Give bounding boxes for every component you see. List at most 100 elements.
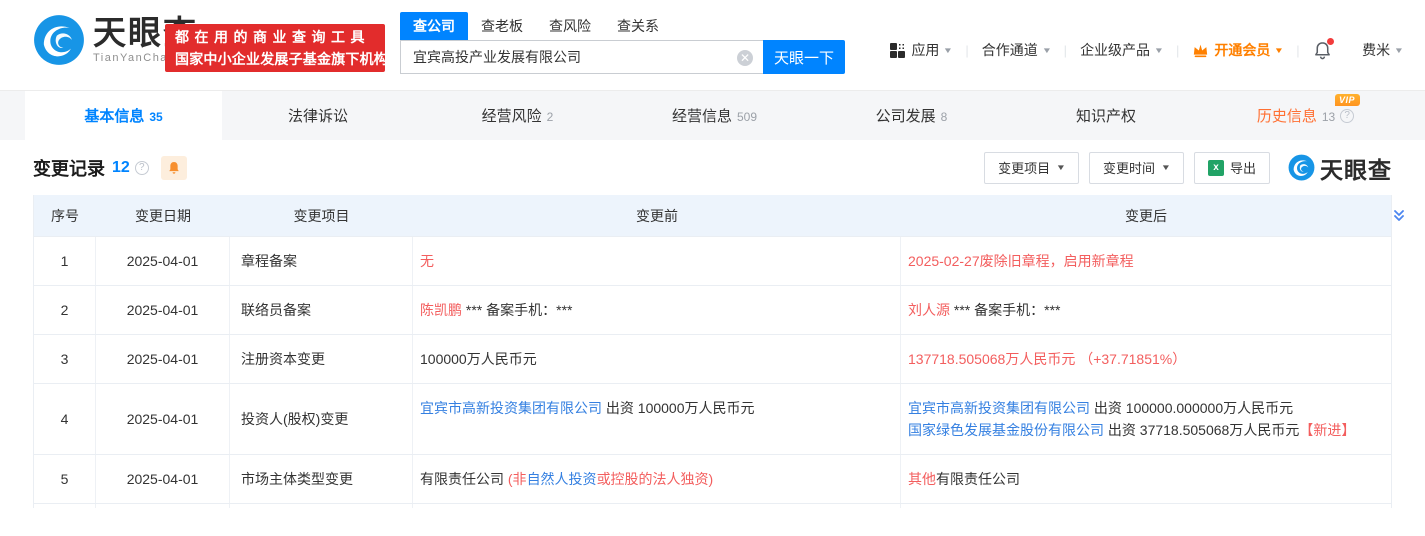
excel-icon: x	[1208, 160, 1224, 176]
search-button[interactable]: 天眼一下	[763, 40, 845, 74]
cell-before: 无	[413, 237, 901, 285]
chevron-down-icon: ▼	[1154, 46, 1164, 55]
filter-change-time-button[interactable]: 变更时间 ▼	[1089, 152, 1184, 184]
tab-operating-risk[interactable]: 经营风险 2	[419, 91, 616, 140]
tab-legal-proceedings[interactable]: 法律诉讼	[222, 91, 419, 140]
tab-label: 知识产权	[1076, 105, 1136, 126]
chevron-down-icon: ▼	[1274, 46, 1284, 55]
cell-date: 2025-04-01	[96, 335, 230, 383]
nav-vip-label: 开通会员	[1214, 40, 1270, 60]
cell-text: 有限责任公司	[420, 471, 508, 487]
search-tab-boss[interactable]: 查老板	[481, 12, 523, 40]
cell-before: 陈凯鹏 *** 备案手机：***	[413, 286, 901, 334]
section-title: 变更记录	[33, 155, 105, 181]
nav-partner[interactable]: 合作通道 ▼	[982, 40, 1051, 60]
vip-badge: VIP	[1335, 94, 1360, 106]
change-table-body: 12025-04-01章程备案无2025-02-27废除旧章程，启用新章程220…	[34, 236, 1391, 503]
search-tab-company[interactable]: 查公司	[400, 12, 468, 40]
filter-label: 变更项目	[998, 158, 1050, 177]
nav-open-vip[interactable]: 开通会员 ▼	[1192, 40, 1283, 60]
change-record-table: 序号 变更日期 变更项目 变更前 变更后 12025-04-01章程备案无202…	[33, 195, 1392, 508]
col-header-no: 序号	[34, 206, 96, 226]
cell-text: 刘人源	[908, 302, 950, 318]
tab-count: 35	[149, 110, 162, 124]
cell-text: 2025-02-27废除旧章程，启用新章程	[908, 253, 1134, 269]
chevron-down-icon: ▼	[943, 46, 953, 55]
search-tab-risk[interactable]: 查风险	[549, 12, 591, 40]
cell-text: 出资 100000.000000万人民币元	[1090, 400, 1293, 416]
cell-after: 刘人源 *** 备案手机：***	[901, 286, 1391, 334]
cell-text: 无	[420, 253, 434, 269]
search-tab-relation[interactable]: 查关系	[617, 12, 659, 40]
divider: |	[1064, 43, 1067, 58]
tab-label: 法律诉讼	[288, 105, 348, 126]
username: 费米	[1362, 40, 1390, 60]
search-area: 查公司 查老板 查风险 查关系 ✕ 天眼一下	[400, 13, 845, 74]
export-button[interactable]: x 导出	[1194, 152, 1270, 184]
cell-no: 2	[34, 286, 96, 334]
tab-operating-info[interactable]: 经营信息 509	[616, 91, 813, 140]
help-icon[interactable]: ?	[1340, 109, 1354, 123]
table-row: 32025-04-01注册资本变更100000万人民币元137718.50506…	[34, 334, 1391, 383]
cell-text: 137718.505068万人民币元 （+37.71851%）	[908, 351, 1186, 367]
tab-history-info[interactable]: VIP 历史信息 13 ?	[1207, 91, 1404, 140]
chevron-down-icon: ▼	[1042, 46, 1052, 55]
cell-text: 陈凯鹏	[420, 302, 462, 318]
nav-apps[interactable]: 应用 ▼	[890, 40, 952, 60]
section-count: 12	[112, 159, 130, 177]
cell-text: 或控股的法人独资)	[597, 471, 714, 487]
notifications-bell-icon[interactable]	[1313, 40, 1333, 60]
cell-change-item: 注册资本变更	[230, 335, 413, 383]
filter-label: 变更时间	[1103, 158, 1155, 177]
tab-count: 13	[1322, 110, 1335, 124]
tab-count: 509	[737, 110, 757, 124]
company-link[interactable]: 自然人投资	[527, 471, 597, 487]
tab-basic-info[interactable]: 基本信息 35	[25, 91, 222, 140]
company-link[interactable]: 宜宾市高新投资集团有限公司	[908, 400, 1090, 416]
collapse-double-chevron-icon[interactable]	[1391, 208, 1415, 224]
cell-no: 5	[34, 455, 96, 503]
company-link[interactable]: 国家绿色发展基金股份有限公司	[908, 422, 1104, 438]
filter-change-item-button[interactable]: 变更项目 ▼	[984, 152, 1079, 184]
cell-change-item: 投资人(股权)变更	[230, 384, 413, 454]
divider: |	[1346, 43, 1349, 58]
cell-text: 出资 37718.505068万人民币元	[1104, 422, 1299, 438]
cell-date: 2025-04-01	[96, 455, 230, 503]
help-icon[interactable]: ?	[135, 161, 149, 175]
tab-label: 公司发展	[876, 105, 936, 126]
col-header-before: 变更前	[413, 206, 901, 226]
cell-text: 有限责任公司	[936, 471, 1020, 487]
cell-change-item: 章程备案	[230, 237, 413, 285]
tab-count: 2	[547, 110, 554, 124]
notification-dot	[1327, 38, 1334, 45]
change-record-section-header: 变更记录 12 ? 变更项目 ▼ 变更时间 ▼ x 导出 天眼查	[0, 140, 1425, 195]
tab-intellectual-property[interactable]: 知识产权	[1010, 91, 1207, 140]
cell-date: 2025-04-01	[96, 286, 230, 334]
clear-search-icon[interactable]: ✕	[737, 50, 753, 66]
top-header: 天眼查 TianYanCha.com 都在用的商业查询工具 国家中小企业发展子基…	[0, 0, 1425, 91]
cell-text: 出资 100000万人民币元	[602, 400, 755, 416]
col-header-item: 变更项目	[230, 206, 413, 226]
cell-no: 1	[34, 237, 96, 285]
watermark-logo-text: 天眼查	[1320, 151, 1392, 185]
cell-no: 3	[34, 335, 96, 383]
table-header-row: 序号 变更日期 变更项目 变更前 变更后	[34, 195, 1391, 236]
nav-enterprise[interactable]: 企业级产品 ▼	[1080, 40, 1163, 60]
cell-date: 2025-04-01	[96, 237, 230, 285]
nav-enterprise-label: 企业级产品	[1080, 40, 1150, 60]
company-link[interactable]: 宜宾市高新投资集团有限公司	[420, 400, 602, 416]
nav-user[interactable]: 费米 ▼	[1362, 40, 1403, 60]
cell-text: 【新进】	[1299, 422, 1355, 438]
banner-line2: 国家中小企业发展子基金旗下机构	[175, 49, 375, 69]
tab-company-development[interactable]: 公司发展 8	[813, 91, 1010, 140]
subscribe-bell-icon[interactable]	[161, 156, 187, 180]
nav-apps-label: 应用	[911, 40, 939, 60]
nav-partner-label: 合作通道	[982, 40, 1038, 60]
table-row: 52025-04-01市场主体类型变更有限责任公司 (非自然人投资或控股的法人独…	[34, 454, 1391, 503]
col-header-after: 变更后	[901, 206, 1391, 226]
cell-text: *** 备案手机：***	[462, 302, 572, 318]
search-input[interactable]	[401, 41, 763, 73]
divider: |	[1296, 43, 1299, 58]
table-row: 12025-04-01章程备案无 2025-02-27废除旧章程，启用新章程	[34, 236, 1391, 285]
chevron-down-icon: ▼	[1394, 46, 1404, 55]
